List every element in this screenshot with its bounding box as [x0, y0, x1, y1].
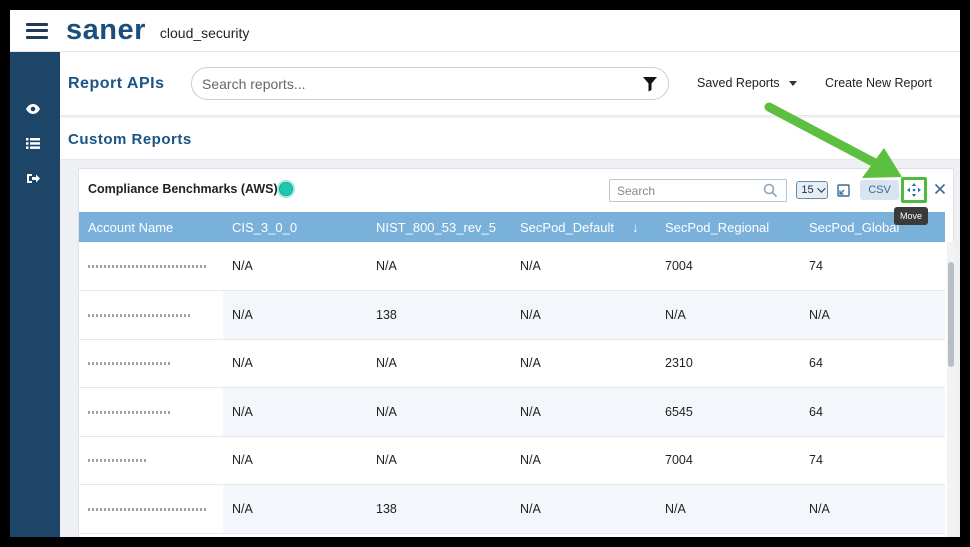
redacted-account-name	[88, 313, 192, 317]
top-bar: saner cloud_security	[10, 10, 960, 52]
table-scrollbar[interactable]	[947, 242, 955, 537]
section-title: Custom Reports	[68, 131, 192, 148]
create-new-report-button[interactable]: Create New Report	[825, 76, 932, 90]
expand-icon[interactable]	[837, 184, 850, 197]
table-cell: N/A	[800, 484, 945, 534]
redacted-account-name	[88, 459, 148, 463]
list-icon[interactable]	[25, 136, 41, 150]
account-name-cell	[79, 242, 223, 291]
table-cell: N/A	[223, 290, 367, 340]
report-card: Compliance Benchmarks (AWS) 15 CSV Move	[78, 168, 955, 537]
table-row: N/A N/A N/A 7004 74	[79, 242, 945, 291]
report-title: Compliance Benchmarks (AWS)	[88, 182, 278, 196]
table-cell: N/A	[656, 484, 800, 534]
table-cell: 74	[800, 436, 945, 485]
table-cell: N/A	[223, 242, 367, 291]
table-row: N/A 138 N/A N/A N/A	[79, 290, 945, 340]
table-row: N/A N/A N/A 6545 64	[79, 387, 945, 437]
app-logo: saner	[66, 14, 146, 46]
column-header-account-name[interactable]: Account Name	[79, 212, 223, 242]
table-cell: N/A	[367, 242, 511, 291]
table-cell: N/A	[367, 387, 511, 437]
account-name-cell	[79, 436, 223, 485]
table-cell: N/A	[511, 339, 656, 388]
table-row: N/A N/A N/A 7004 74	[79, 436, 945, 485]
chevron-down-icon	[816, 184, 826, 193]
table-cell: N/A	[223, 339, 367, 388]
table-cell: 138	[367, 484, 511, 534]
move-button[interactable]	[901, 177, 927, 203]
hamburger-menu-icon[interactable]	[26, 22, 48, 39]
table-row: N/A N/A N/A 2310 64	[79, 339, 945, 388]
table-cell: 2310	[656, 339, 800, 388]
account-name-cell	[79, 339, 223, 388]
sign-out-icon[interactable]	[25, 171, 41, 185]
table-cell: N/A	[223, 436, 367, 485]
table-cell: N/A	[800, 290, 945, 340]
redacted-account-name	[88, 265, 206, 269]
account-name-cell	[79, 484, 223, 534]
csv-export-button[interactable]: CSV	[860, 180, 899, 200]
redacted-account-name	[88, 362, 172, 366]
app-window: saner cloud_security Report APIs Saved R…	[10, 10, 960, 537]
report-search-input[interactable]	[202, 75, 622, 93]
table-cell: N/A	[656, 290, 800, 340]
table-cell: N/A	[511, 387, 656, 437]
table-cell: 74	[800, 242, 945, 291]
table-cell: 64	[800, 387, 945, 437]
report-table-container: Account Name CIS_3_0_0 NIST_800_53_rev_5…	[79, 212, 955, 537]
table-cell: N/A	[511, 242, 656, 291]
account-name-cell	[79, 387, 223, 437]
organization-name: cloud_security	[159, 24, 250, 41]
column-header-secpod-default[interactable]: SecPod_Default ↓	[511, 212, 656, 242]
table-cell: 6545	[656, 387, 800, 437]
table-cell: N/A	[223, 484, 367, 534]
caret-down-icon	[788, 80, 797, 86]
table-cell: 7004	[656, 242, 800, 291]
report-table: Account Name CIS_3_0_0 NIST_800_53_rev_5…	[79, 212, 945, 534]
page-title: Report APIs	[68, 75, 165, 92]
status-indicator	[277, 180, 295, 198]
redacted-account-name	[88, 507, 208, 511]
column-header-secpod-regional[interactable]: SecPod_Regional	[656, 212, 800, 242]
table-cell: N/A	[511, 484, 656, 534]
main-content: Report APIs Saved Reports Create New Rep…	[60, 52, 960, 537]
table-cell: N/A	[367, 339, 511, 388]
page-size-value: 15	[801, 184, 814, 196]
table-row: N/A 138 N/A N/A N/A	[79, 484, 945, 534]
column-header-cis[interactable]: CIS_3_0_0	[223, 212, 367, 242]
search-icon[interactable]	[763, 183, 778, 198]
sort-down-icon[interactable]: ↓	[632, 220, 639, 235]
page-size-select[interactable]: 15	[796, 181, 828, 199]
scrollbar-thumb[interactable]	[948, 262, 954, 367]
report-table-search-input[interactable]	[617, 183, 757, 198]
section-header: Custom Reports	[60, 118, 960, 160]
report-api-bar: Report APIs Saved Reports Create New Rep…	[60, 52, 960, 116]
table-cell: 7004	[656, 436, 800, 485]
table-header-row: Account Name CIS_3_0_0 NIST_800_53_rev_5…	[79, 212, 945, 242]
close-icon[interactable]	[934, 183, 946, 195]
sidebar	[10, 52, 60, 537]
table-cell: N/A	[367, 436, 511, 485]
redacted-account-name	[88, 410, 172, 414]
filter-icon[interactable]	[642, 76, 658, 92]
eye-icon[interactable]	[25, 102, 41, 116]
table-cell: 138	[367, 290, 511, 340]
report-table-search-box	[609, 179, 787, 202]
table-cell: N/A	[511, 436, 656, 485]
table-cell: N/A	[223, 387, 367, 437]
account-name-cell	[79, 290, 223, 340]
table-cell: 64	[800, 339, 945, 388]
move-icon	[907, 183, 921, 197]
report-search-box	[191, 67, 669, 100]
table-cell: N/A	[511, 290, 656, 340]
move-tooltip: Move	[894, 207, 928, 225]
saved-reports-dropdown[interactable]: Saved Reports	[697, 76, 797, 90]
saved-reports-label: Saved Reports	[697, 76, 780, 90]
column-header-label: SecPod_Default	[520, 219, 614, 235]
column-header-nist[interactable]: NIST_800_53_rev_5	[367, 212, 511, 242]
